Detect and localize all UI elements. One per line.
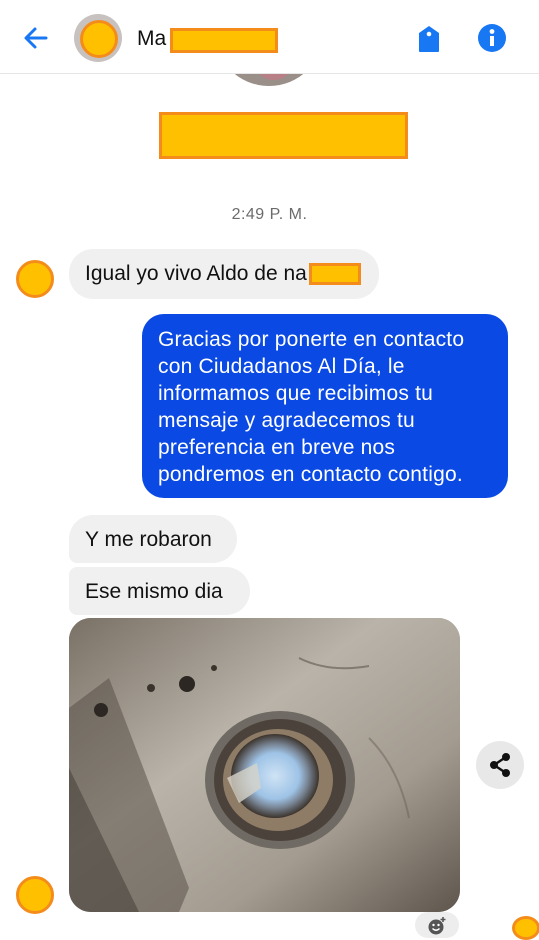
message-line: pondremos en contacto contigo. (158, 463, 463, 486)
message-text: Y me robaron (85, 528, 212, 551)
share-button[interactable] (476, 741, 524, 789)
photo-content (69, 618, 460, 912)
arrow-left-icon (24, 27, 48, 49)
received-message[interactable]: Ese mismo dia (69, 567, 250, 615)
share-icon (490, 753, 510, 777)
received-message[interactable]: Igual yo vivo Aldo de na (69, 249, 379, 299)
info-icon (478, 24, 506, 52)
message-line: mensaje y agradecemos tu (158, 409, 415, 432)
received-message[interactable]: Y me robaron (69, 515, 237, 563)
add-reaction-icon (428, 917, 446, 935)
message-line: preferencia en breve nos (158, 436, 396, 459)
sender-avatar[interactable] (16, 260, 54, 298)
text-redaction (308, 263, 361, 286)
message-text: Igual yo vivo Aldo de na (85, 262, 307, 285)
tag-button[interactable] (412, 22, 446, 56)
name-redaction (170, 28, 278, 53)
photo-message[interactable] (69, 618, 460, 912)
sender-avatar[interactable] (16, 876, 54, 914)
add-reaction-button[interactable] (415, 912, 459, 938)
message-line: con Ciudadanos Al Día, le (158, 355, 405, 378)
message-line: Gracias por ponerte en contacto (158, 328, 465, 351)
contact-avatar[interactable] (74, 14, 122, 62)
info-button[interactable] (476, 22, 508, 54)
profile-info-redaction (159, 112, 408, 159)
message-timestamp: 2:49 P. M. (231, 206, 308, 223)
chat-header: Ma (0, 0, 539, 74)
contact-name[interactable]: Ma (137, 26, 166, 52)
avatar-redaction (80, 20, 118, 58)
chat-screen: Ma 2:49 P. M. Igual yo vivo Aldo de na G… (0, 0, 539, 940)
seen-avatar (512, 916, 539, 940)
tag-icon (419, 26, 439, 52)
message-text: Ese mismo dia (85, 580, 223, 603)
back-button[interactable] (18, 20, 54, 56)
message-line: informamos que recibimos tu (158, 382, 434, 405)
sent-message[interactable]: Gracias por ponerte en contacto con Ciud… (142, 314, 508, 498)
